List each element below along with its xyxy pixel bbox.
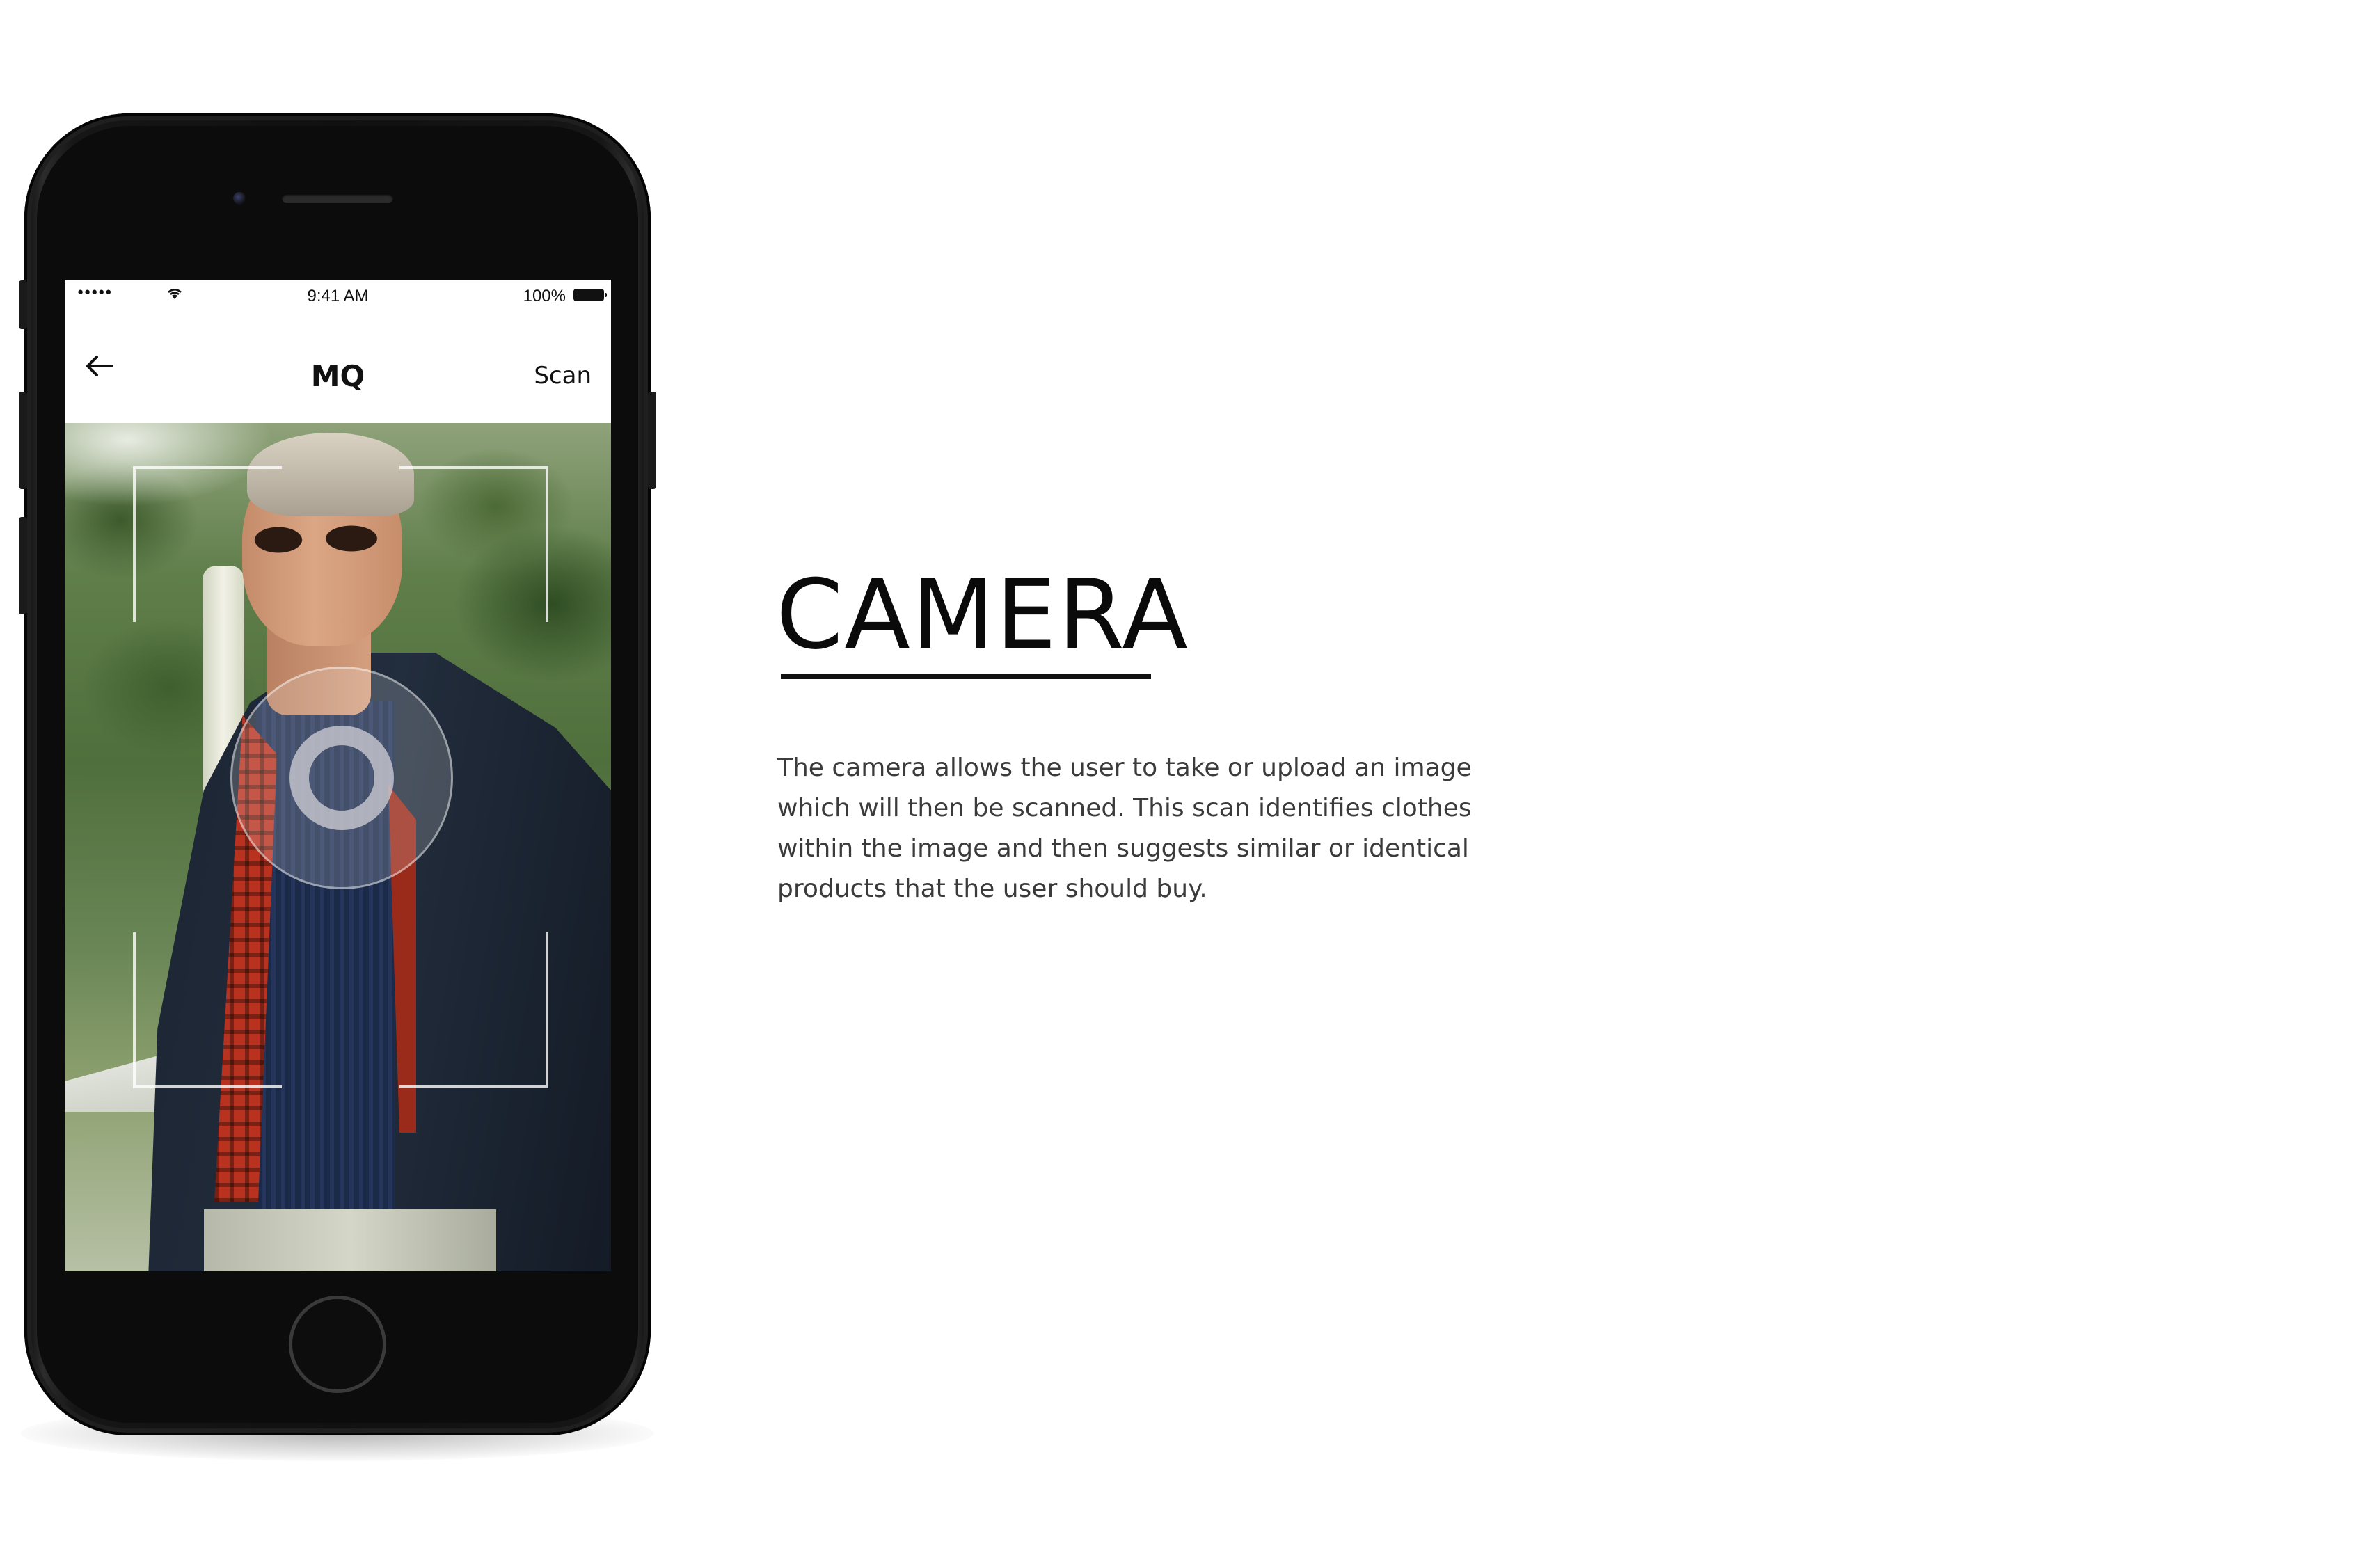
section-description: The camera allows the user to take or up… [777,754,1472,903]
phone-screen: ●●●●● 9:41 AM 100% MQ Scan [65,280,611,1271]
front-camera [233,192,246,205]
scan-frame-corner-bottom-right [399,932,548,1088]
earpiece-speaker [282,193,393,203]
volume-down-button [19,517,27,614]
navigation-bar: MQ Scan [65,310,611,423]
home-button[interactable] [289,1296,386,1393]
scan-frame-corner-top-left [133,466,282,622]
title-underline [781,674,1151,679]
focus-target-center-icon [289,726,394,830]
volume-up-button [19,392,27,489]
status-bar: ●●●●● 9:41 AM 100% [65,280,611,310]
scan-frame-corner-bottom-left [133,932,282,1088]
scan-button[interactable]: Scan [534,362,592,390]
silent-switch [19,280,27,329]
scan-frame-corner-top-right [399,466,548,622]
section-title: CAMERA [776,559,1189,671]
person-pants [204,1209,496,1271]
focus-target[interactable] [230,667,453,889]
nav-title: MQ [310,359,365,393]
camera-viewfinder[interactable] [65,423,611,1271]
battery-percentage: 100% [523,287,566,305]
power-button [648,392,656,489]
battery-icon [573,289,607,301]
